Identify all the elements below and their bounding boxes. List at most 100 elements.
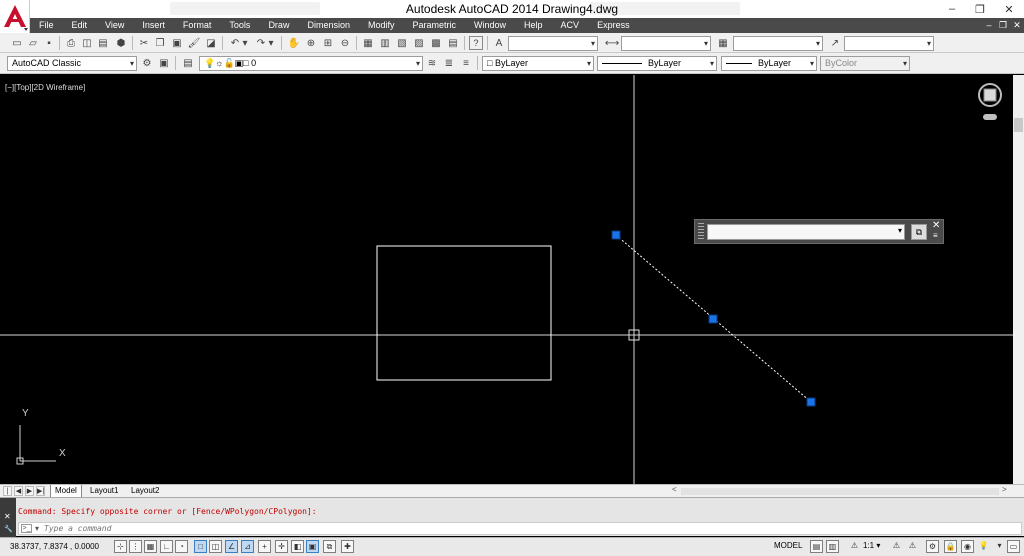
paste-icon[interactable]: ▣	[170, 36, 184, 50]
undo-dropdown-icon[interactable]: ▾	[241, 36, 249, 50]
command-customize-icon[interactable]: 🔧	[4, 525, 13, 533]
restore-button[interactable]: ❐	[966, 0, 994, 18]
sheet-set-icon[interactable]: ▨	[412, 36, 426, 50]
clean-screen-icon[interactable]: ▭	[1007, 540, 1020, 553]
grip-midpoint[interactable]	[708, 314, 718, 324]
zoom-realtime-icon[interactable]: ⊕	[304, 36, 318, 50]
menu-help[interactable]: Help	[515, 18, 552, 33]
lineweight-select[interactable]: ByLayer ▾	[721, 56, 817, 71]
menu-insert[interactable]: Insert	[133, 18, 174, 33]
make-current-layer-icon[interactable]: ≋	[425, 56, 439, 70]
polar-tracking-icon[interactable]: ◔	[175, 540, 188, 553]
floating-options-icon[interactable]: ≡	[933, 231, 938, 240]
layer-state-icon[interactable]: ≡	[459, 56, 473, 70]
grip-end[interactable]	[806, 397, 816, 407]
copy-icon[interactable]: ❐	[153, 36, 167, 50]
dim-style-select[interactable]: ▾	[621, 36, 711, 51]
dynamic-input-icon[interactable]: +	[258, 540, 271, 553]
annotation-visibility-icon[interactable]: ⚠	[890, 540, 903, 553]
annotation-monitor-icon[interactable]: ✚	[341, 540, 354, 553]
table-style-select[interactable]: ▾	[733, 36, 823, 51]
color-select[interactable]: □ ByLayer ▾	[482, 56, 594, 71]
object-snap-icon[interactable]: □	[194, 540, 207, 553]
doc-close-button[interactable]: ✕	[1010, 18, 1024, 33]
recent-commands-icon[interactable]: ▾	[35, 524, 39, 533]
isolate-objects-icon[interactable]: 💡	[977, 540, 990, 553]
open-icon[interactable]: ▱	[26, 36, 40, 50]
floating-action-button[interactable]: ⧉	[911, 224, 927, 240]
menu-draw[interactable]: Draw	[259, 18, 298, 33]
zoom-window-icon[interactable]: ⊞	[321, 36, 335, 50]
menu-dimension[interactable]: Dimension	[298, 18, 359, 33]
doc-restore-button[interactable]: ❐	[996, 18, 1010, 33]
annotation-scale-select[interactable]: 1:1 ▾	[863, 541, 880, 550]
cut-icon[interactable]: ✂	[137, 36, 151, 50]
publish-icon[interactable]: ▤	[96, 36, 110, 50]
command-line[interactable]: >_ ▾	[18, 522, 1022, 535]
lineweight-toggle-icon[interactable]: ✛	[275, 540, 288, 553]
menu-window[interactable]: Window	[465, 18, 515, 33]
transparency-icon[interactable]: ◧	[291, 540, 304, 553]
plot-icon[interactable]: ⎙	[64, 36, 78, 50]
zoom-previous-icon[interactable]: ⊖	[338, 36, 352, 50]
viewcube-icon[interactable]	[978, 83, 1002, 120]
drag-handle[interactable]	[698, 223, 704, 241]
menu-view[interactable]: View	[96, 18, 133, 33]
dynamic-ucs-icon[interactable]: ⊿	[241, 540, 254, 553]
layer-select[interactable]: 💡☼🔓▣□ 0 ▾	[199, 56, 423, 71]
save-icon[interactable]: ▪	[42, 36, 56, 50]
workspace-switching-icon[interactable]: ⚙	[926, 540, 939, 553]
block-editor-icon[interactable]: ◪	[204, 36, 218, 50]
menu-tools[interactable]: Tools	[220, 18, 259, 33]
properties-icon[interactable]: ▦	[361, 36, 375, 50]
close-button[interactable]: ✕	[994, 0, 1024, 18]
vertical-scrollbar[interactable]	[1013, 75, 1024, 484]
menu-express[interactable]: Express	[588, 18, 639, 33]
grid-display-icon[interactable]: ▦	[144, 540, 157, 553]
workspace-select[interactable]: AutoCAD Classic ▾	[7, 56, 137, 71]
workspace-menu-icon[interactable]: ▣	[157, 56, 171, 70]
text-style-icon[interactable]: A	[492, 36, 506, 50]
linetype-select[interactable]: ByLayer ▾	[597, 56, 717, 71]
tab-next-button[interactable]: ▶	[25, 486, 34, 496]
command-prompt-icon[interactable]: >_	[21, 524, 32, 533]
vertical-scroll-thumb[interactable]	[1014, 118, 1023, 132]
tab-last-button[interactable]: ▶|	[36, 486, 45, 496]
floating-close-icon[interactable]: ✕	[932, 220, 940, 231]
command-input[interactable]	[44, 523, 444, 534]
menu-parametric[interactable]: Parametric	[404, 18, 466, 33]
command-window-handle[interactable]: ✕ 🔧	[0, 498, 16, 537]
scroll-left-icon[interactable]: <	[672, 485, 677, 494]
tab-layout2[interactable]: Layout2	[127, 485, 163, 497]
floating-select[interactable]: ▾	[707, 224, 905, 240]
minimize-button[interactable]: –	[938, 0, 966, 18]
3d-print-icon[interactable]: ⬢	[114, 36, 128, 50]
menu-edit[interactable]: Edit	[63, 18, 97, 33]
toolbar-lock-icon[interactable]: 🔒	[944, 540, 957, 553]
horizontal-scrollbar[interactable]	[681, 488, 999, 495]
markup-icon[interactable]: ▩	[429, 36, 443, 50]
auto-scale-icon[interactable]: ⚠	[906, 540, 919, 553]
text-style-select[interactable]: ▾	[508, 36, 598, 51]
snap-mode-icon[interactable]: ⋮	[129, 540, 142, 553]
plot-preview-icon[interactable]: ◫	[80, 36, 94, 50]
rectangle-entity[interactable]	[376, 245, 552, 381]
floating-toolbar[interactable]: ▾ ⧉ ✕ ≡	[694, 219, 944, 244]
tool-palettes-icon[interactable]: ▧	[395, 36, 409, 50]
layer-manager-icon[interactable]: ▤	[181, 56, 195, 70]
coordinates-readout[interactable]: 38.3737, 7.8374 , 0.0000	[10, 542, 99, 551]
selection-cycling-icon[interactable]: ⧉	[323, 540, 336, 553]
quickcalc-icon[interactable]: ▤	[446, 36, 460, 50]
scroll-right-icon[interactable]: >	[1002, 485, 1007, 494]
infer-constraints-icon[interactable]: ⊹	[114, 540, 127, 553]
3d-object-snap-icon[interactable]: ◫	[209, 540, 222, 553]
ortho-mode-icon[interactable]: ∟	[160, 540, 173, 553]
layer-previous-icon[interactable]: ≣	[442, 56, 456, 70]
undo-icon[interactable]: ↶	[228, 36, 242, 50]
quick-properties-icon[interactable]: ▣	[306, 540, 319, 553]
quick-view-drawings-icon[interactable]: ▥	[826, 540, 839, 553]
hardware-acceleration-icon[interactable]: ◉	[961, 540, 974, 553]
tab-layout1[interactable]: Layout1	[86, 485, 122, 497]
pan-icon[interactable]: ✋	[287, 36, 301, 50]
tab-prev-button[interactable]: ◀	[14, 486, 23, 496]
